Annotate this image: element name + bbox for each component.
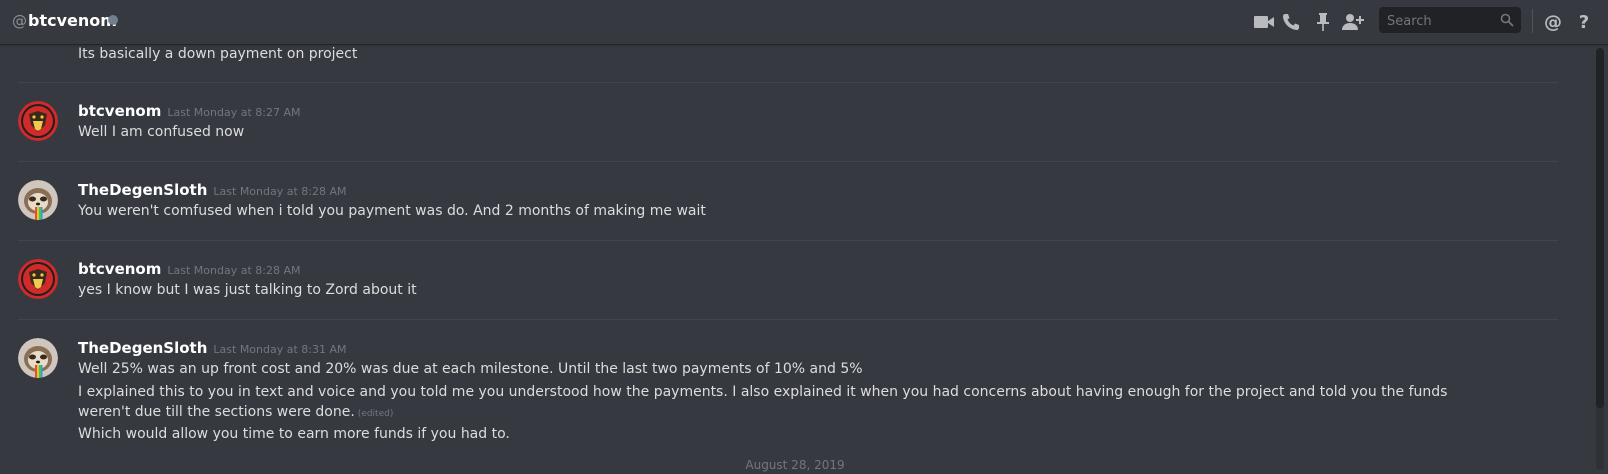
help-icon[interactable]: ?	[1572, 10, 1596, 34]
message-divider	[18, 240, 1558, 241]
message-header: TheDegenSloth Last Monday at 8:31 AM	[78, 338, 347, 357]
avatar-thedegensloth[interactable]	[18, 338, 58, 378]
timestamp: Last Monday at 8:31 AM	[213, 343, 347, 356]
message-text: Which would allow you time to earn more …	[78, 426, 510, 442]
dm-at-symbol: @	[12, 12, 27, 30]
mentions-icon[interactable]: @	[1541, 10, 1565, 34]
edited-label: (edited)	[357, 409, 394, 419]
add-friend-icon[interactable]	[1341, 10, 1365, 34]
timestamp: Last Monday at 8:28 AM	[213, 185, 347, 198]
username[interactable]: btcvenom	[78, 102, 161, 120]
avatar-thedegensloth[interactable]	[18, 180, 58, 220]
status-indicator	[108, 15, 118, 25]
message-header: btcvenom Last Monday at 8:27 AM	[78, 101, 300, 120]
scrollbar-thumb[interactable]	[1596, 48, 1604, 408]
search-icon[interactable]	[1497, 8, 1517, 32]
message-text-content: I explained this to you in text and voic…	[78, 384, 1448, 420]
date-divider: August 28, 2019	[745, 458, 845, 472]
message-header: btcvenom Last Monday at 8:28 AM	[78, 259, 300, 278]
timestamp: Last Monday at 8:28 AM	[167, 264, 301, 277]
video-call-icon[interactable]	[1252, 10, 1276, 34]
message-list[interactable]: Its basically a down payment on project …	[0, 44, 1590, 474]
avatar-btcvenom[interactable]	[18, 101, 58, 141]
channel-header: @ btcvenom @ ?	[0, 0, 1608, 44]
scrollbar[interactable]	[1596, 48, 1604, 470]
username[interactable]: btcvenom	[78, 260, 161, 278]
channel-title[interactable]: btcvenom	[28, 11, 117, 30]
message-text: You weren't comfused when i told you pay…	[78, 203, 706, 219]
message-divider	[18, 319, 1558, 320]
message-text: Well I am confused now	[78, 124, 245, 140]
message-header: TheDegenSloth Last Monday at 8:28 AM	[78, 180, 347, 199]
pin-icon[interactable]	[1311, 10, 1335, 34]
voice-call-icon[interactable]	[1279, 10, 1303, 34]
username[interactable]: TheDegenSloth	[78, 181, 207, 199]
message-text: I explained this to you in text and voic…	[78, 382, 1498, 424]
username[interactable]: TheDegenSloth	[78, 339, 207, 357]
timestamp: Last Monday at 8:27 AM	[167, 106, 301, 119]
message-text: Its basically a down payment on project	[78, 46, 358, 62]
avatar-btcvenom[interactable]	[18, 259, 58, 299]
search-input[interactable]	[1385, 10, 1499, 32]
message-divider	[18, 161, 1558, 162]
message-divider	[18, 82, 1558, 83]
message-text: Well 25% was an up front cost and 20% wa…	[78, 361, 863, 377]
message-text: yes I know but I was just talking to Zor…	[78, 282, 417, 298]
search-box[interactable]	[1379, 7, 1521, 33]
header-divider	[1532, 9, 1533, 33]
